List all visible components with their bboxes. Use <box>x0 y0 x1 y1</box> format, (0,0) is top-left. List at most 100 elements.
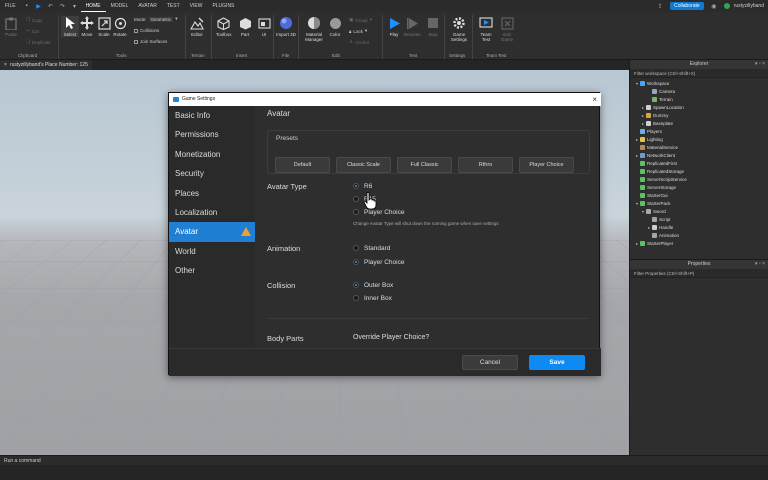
explorer-item-workspace[interactable]: ▾ Workspace <box>630 79 768 87</box>
duplicate-button[interactable]: ❏ Duplicate <box>26 39 51 45</box>
explorer-item-camera[interactable]: Camera <box>630 87 768 95</box>
tab-avatar[interactable]: AVATAR <box>133 0 162 12</box>
username[interactable]: rustyzillyband <box>734 3 764 9</box>
cancel-button[interactable]: Cancel <box>462 355 518 370</box>
redo-icon[interactable]: ↷ <box>59 2 67 10</box>
stop-button[interactable]: Stop <box>426 16 440 37</box>
dialog-title: Game Settings <box>182 96 216 102</box>
cut-button[interactable]: ✂ Cut <box>26 28 39 34</box>
sidebar-item-basic-info[interactable]: Basic Info <box>169 106 255 125</box>
place-tab[interactable]: × rustyzillyband's Place Number: 125 <box>0 60 92 70</box>
game-settings-button[interactable]: Game Settings <box>448 16 470 42</box>
sidebar-item-security[interactable]: Security <box>169 164 255 183</box>
explorer-item-networkclient[interactable]: ▸ NetworkClient <box>630 151 768 159</box>
material-manager-button[interactable]: Material Manager <box>301 16 327 42</box>
import-3d-button[interactable]: Import 3D <box>276 16 296 37</box>
undo-icon[interactable]: ↶ <box>47 2 55 10</box>
scale-button[interactable]: Scale <box>97 16 111 37</box>
explorer-item-terrain[interactable]: Terrain <box>630 95 768 103</box>
avatar-type-player-choice-radio[interactable]: Player Choice <box>353 207 404 217</box>
lock-button[interactable]: 🔒︎ Lock ▾ <box>349 28 367 34</box>
explorer-item-lighting[interactable]: ▸ Lighting <box>630 135 768 143</box>
collision-inner-box-radio[interactable]: Inner Box <box>353 293 392 303</box>
animation-player-choice-radio[interactable]: Player Choice <box>353 257 404 267</box>
sidebar-item-world[interactable]: World <box>169 242 255 261</box>
tab-model[interactable]: MODEL <box>106 0 134 12</box>
command-input[interactable]: Run a command <box>4 458 41 464</box>
move-button[interactable]: Move <box>80 16 94 37</box>
preset-default-button[interactable]: Default <box>275 157 330 173</box>
sidebar-item-localization[interactable]: Localization <box>169 203 255 222</box>
animation-standard-radio[interactable]: Standard <box>353 243 390 253</box>
dialog-title-bar[interactable]: Game Settings × <box>169 93 601 106</box>
close-icon[interactable]: × <box>592 93 597 106</box>
mode-dropdown[interactable]: Mode: Geometric ▾ <box>134 16 178 22</box>
save-icon[interactable]: ▪ <box>23 2 31 10</box>
properties-filter-input[interactable]: Filter Properties (Ctrl+Shift+P) <box>630 269 768 278</box>
group-button[interactable]: ▣ Group ▾ <box>349 17 372 23</box>
paste-button[interactable]: Paste <box>4 16 18 37</box>
collisions-checkbox[interactable] <box>134 28 138 33</box>
sidebar-item-avatar[interactable]: Avatar <box>169 222 255 242</box>
terrain-editor-button[interactable]: Editor <box>190 16 204 37</box>
preset-rthro-button[interactable]: Rthro <box>458 157 513 173</box>
command-bar[interactable]: Run a command <box>0 455 768 465</box>
tab-plugins[interactable]: PLUGINS <box>207 0 239 12</box>
explorer-item-serverstorage[interactable]: ServerStorage <box>630 183 768 191</box>
explorer-item-starterpack[interactable]: ▾ StarterPack <box>630 199 768 207</box>
explorer-item-script[interactable]: Script <box>630 215 768 223</box>
collision-outer-box-radio[interactable]: Outer Box <box>353 280 393 290</box>
tab-test[interactable]: TEST <box>162 0 185 12</box>
play-button[interactable]: Play <box>387 16 401 37</box>
ui-button[interactable]: UI <box>257 16 271 37</box>
rotate-button[interactable]: Rotate <box>113 16 127 37</box>
explorer-item-serverscriptservice[interactable]: ServerScriptService <box>630 175 768 183</box>
collaborate-button[interactable]: Collaborate <box>670 2 704 10</box>
explorer-item-replicatedfirst[interactable]: ReplicatedFirst <box>630 159 768 167</box>
close-icon[interactable]: × <box>4 60 7 70</box>
tab-view[interactable]: VIEW <box>185 0 208 12</box>
preset-classic-scale-button[interactable]: Classic Scale <box>336 157 391 173</box>
join-surfaces-toggle[interactable]: Join Surfaces <box>134 39 167 44</box>
preset-full-classic-button[interactable]: Full Classic <box>397 157 452 173</box>
part-button[interactable]: Part <box>238 16 252 37</box>
join-surfaces-checkbox[interactable] <box>134 39 138 44</box>
explorer-item-startergui[interactable]: StarterGui <box>630 191 768 199</box>
collisions-toggle[interactable]: Collisions <box>134 28 159 33</box>
explorer-item-spawnlocation[interactable]: ▸ SpawnLocation <box>630 103 768 111</box>
play-quick-icon[interactable]: ▶ <box>35 2 43 10</box>
explorer-item-replicatedstorage[interactable]: ReplicatedStorage <box>630 167 768 175</box>
panel-options-icon[interactable]: ▾ ▫ × <box>755 60 765 69</box>
explorer-filter-input[interactable]: Filter workspace (Ctrl+Shift+X) <box>630 69 768 78</box>
copy-button[interactable]: ❐ Copy <box>26 17 43 23</box>
explorer-item-animation[interactable]: Animation <box>630 231 768 239</box>
sidebar-item-monetization[interactable]: Monetization <box>169 145 255 164</box>
chevron-down-icon[interactable]: ▾ <box>71 2 79 10</box>
avatar-type-r6-radio[interactable]: R6 <box>353 181 372 191</box>
tab-home[interactable]: HOME <box>80 0 106 12</box>
sidebar-item-other[interactable]: Other <box>169 261 255 280</box>
resume-button[interactable]: Resume <box>404 16 421 37</box>
share-icon[interactable]: ⇪ <box>656 2 664 10</box>
explorer-item-baseplate[interactable]: ▸ Baseplate <box>630 119 768 127</box>
explorer-item-dummy[interactable]: ▸ Dummy <box>630 111 768 119</box>
preset-player-choice-button[interactable]: Player Choice <box>519 157 574 173</box>
avatar[interactable] <box>723 3 730 9</box>
toolbox-button[interactable]: Toolbox <box>216 16 232 37</box>
file-menu[interactable]: FILE <box>0 0 21 12</box>
team-test-button[interactable]: Team Test <box>476 16 496 42</box>
select-button[interactable]: Select <box>61 16 79 37</box>
sidebar-item-places[interactable]: Places <box>169 184 255 203</box>
exit-game-button[interactable]: Exit Game <box>498 16 516 42</box>
anchor-button[interactable]: ⚓︎ Anchor <box>349 39 369 45</box>
color-button[interactable]: Color <box>328 16 342 37</box>
save-button[interactable]: Save <box>529 355 585 370</box>
explorer-item-players[interactable]: Players <box>630 127 768 135</box>
explorer-item-starterplayer[interactable]: ▸ StarterPlayer <box>630 239 768 247</box>
explorer-item-handle[interactable]: ▸ Handle <box>630 223 768 231</box>
explorer-item-sword[interactable]: ▾ Sword <box>630 207 768 215</box>
notifications-icon[interactable]: ◉ <box>710 2 718 10</box>
panel-options-icon[interactable]: ▾ ▫ × <box>755 260 765 269</box>
sidebar-item-permissions[interactable]: Permissions <box>169 125 255 144</box>
explorer-item-materialservice[interactable]: MaterialService <box>630 143 768 151</box>
